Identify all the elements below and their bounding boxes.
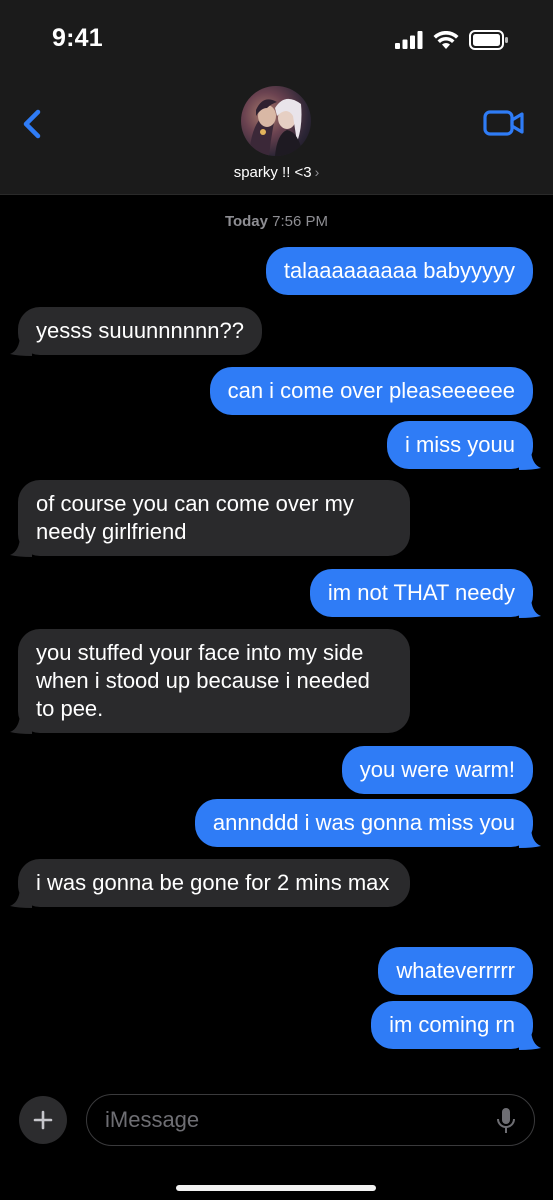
battery-icon — [469, 30, 508, 50]
timestamp-time: 7:56 PM — [272, 213, 329, 230]
bubble-tail — [519, 448, 541, 470]
message-bubble-sent[interactable]: im not THAT needy — [309, 569, 541, 618]
bubble-tail — [519, 596, 541, 618]
message-text: yesss suuunnnnnn?? — [36, 318, 244, 343]
conversation-timestamp: Today 7:56 PM — [0, 213, 553, 230]
status-time: 9:41 — [52, 24, 103, 52]
plus-icon — [33, 1110, 53, 1130]
avatar-image — [249, 98, 303, 156]
chevron-right-icon: › — [314, 164, 320, 180]
bubble-tail — [10, 535, 32, 557]
message-text: annnddd i was gonna miss you — [212, 810, 515, 835]
message-text: can i come over pleaseeeeee — [227, 378, 515, 403]
home-indicator[interactable] — [176, 1185, 376, 1191]
bubble-tail — [519, 1028, 541, 1050]
conversation-header: 9:41 sparky !! <3 › — [0, 0, 553, 195]
bubble-tail — [519, 826, 541, 848]
message-input[interactable]: iMessage — [86, 1094, 535, 1146]
message-bubble-received[interactable]: of course you can come over my needy gir… — [10, 480, 410, 557]
message-text: of course you can come over my needy gir… — [36, 491, 354, 544]
message-text: you were warm! — [359, 757, 515, 782]
bubble-tail — [10, 712, 32, 734]
contact-name: sparky !! <3 — [233, 164, 312, 181]
contact-name-row[interactable]: sparky !! <3 › — [0, 164, 553, 181]
message-bubble-sent[interactable]: can i come over pleaseeeeee — [209, 367, 533, 415]
message-text: whateverrrrr — [396, 958, 515, 983]
contact-avatar[interactable] — [241, 86, 311, 156]
facetime-video-icon[interactable] — [483, 108, 525, 138]
signal-icon — [395, 31, 423, 49]
wifi-icon — [433, 30, 459, 49]
message-text: i was gonna be gone for 2 mins max — [36, 870, 390, 895]
message-bubble-sent[interactable]: im coming rn — [371, 1001, 541, 1050]
back-chevron-icon[interactable] — [18, 104, 48, 144]
message-bubble-sent[interactable]: annnddd i was gonna miss you — [194, 799, 541, 848]
message-bubble-received[interactable]: you stuffed your face into my side when … — [10, 629, 410, 734]
message-text: you stuffed your face into my side when … — [36, 640, 370, 721]
microphone-icon[interactable] — [496, 1107, 516, 1135]
timestamp-day: Today — [224, 213, 268, 230]
message-bubble-sent[interactable]: i miss youu — [386, 421, 541, 470]
message-bubble-received[interactable]: i was gonna be gone for 2 mins max — [10, 859, 410, 908]
bubble-tail — [10, 886, 32, 908]
message-bubble-received[interactable]: yesss suuunnnnnn?? — [10, 307, 262, 356]
message-bubble-sent[interactable]: you were warm! — [341, 746, 533, 794]
message-text: im not THAT needy — [327, 580, 515, 605]
message-text: im coming rn — [389, 1012, 515, 1037]
message-text: talaaaaaaaaa babyyyyy — [283, 258, 515, 283]
apps-plus-button[interactable] — [19, 1096, 67, 1144]
bubble-tail — [10, 334, 32, 356]
message-bubble-sent[interactable]: talaaaaaaaaa babyyyyy — [265, 247, 533, 295]
message-text: i miss youu — [404, 432, 515, 457]
message-input-placeholder: iMessage — [105, 1107, 200, 1132]
message-bubble-sent[interactable]: whateverrrrr — [378, 947, 533, 995]
status-icons — [395, 28, 509, 52]
